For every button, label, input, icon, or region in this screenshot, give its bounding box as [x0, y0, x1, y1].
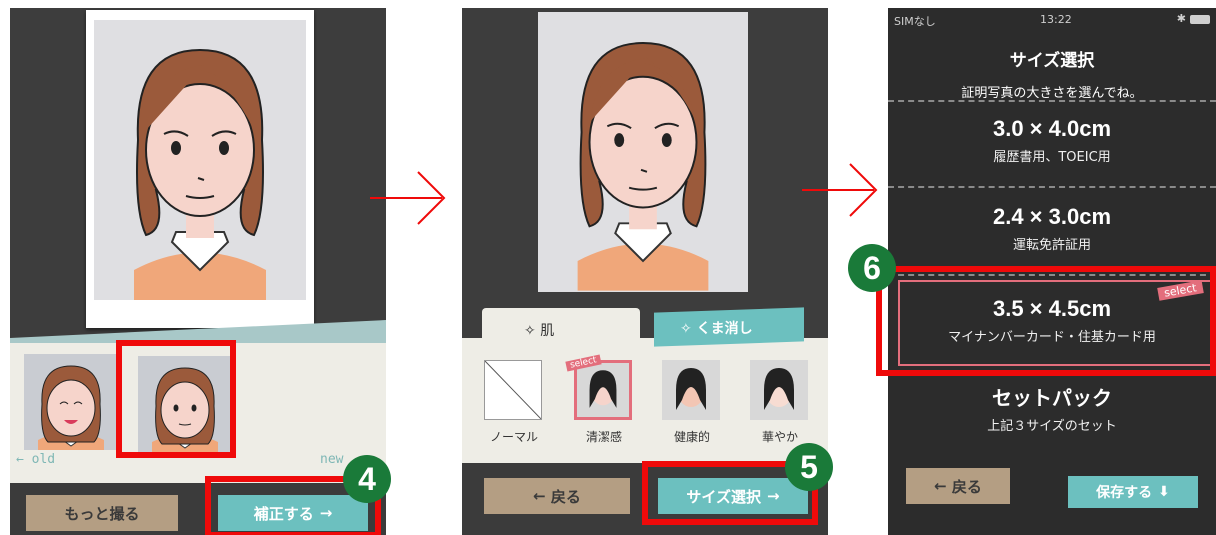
swatch-healthy[interactable]	[662, 360, 720, 420]
tutorial-composite: ← old new もっと撮る 補正する → 4 ✧ くま消し ✧ 肌 sele…	[0, 0, 1216, 535]
divider	[888, 100, 1216, 102]
sparkle-icon: ✧	[680, 321, 692, 337]
panel-correction: ✧ くま消し ✧ 肌 select ノーマル 清潔感 健康的 華やか ← 戻る …	[462, 8, 828, 535]
tab-skin-label: ✧ 肌	[524, 323, 555, 339]
option-size: 2.4 × 3.0cm	[992, 204, 1112, 229]
photo-preview-card	[86, 10, 314, 328]
size-option-resume[interactable]: 3.0 × 4.0cm 履歴書用、TOEIC用	[888, 116, 1216, 165]
arrow-left-icon: ←	[934, 477, 952, 495]
status-time: 13:22	[1040, 13, 1072, 26]
divider	[888, 186, 1216, 188]
option-size: 3.0 × 4.0cm	[992, 116, 1112, 141]
step-badge-5: 5	[785, 443, 833, 491]
option-size: セットパック	[992, 388, 1112, 410]
swatch-label: 清潔感	[585, 430, 622, 444]
option-use: 運転免許証用	[1012, 238, 1091, 253]
status-bar: SIMなし 13:22 ✱	[888, 8, 1216, 30]
page-subtitle: 証明写真の大きさを選んでね。	[961, 86, 1143, 101]
step-badge-4: 4	[343, 455, 391, 503]
more-photos-button[interactable]: もっと撮る	[26, 495, 178, 531]
arrow-left-icon: ←	[533, 487, 551, 505]
page-title: サイズ選択	[1009, 51, 1095, 71]
swatch-normal[interactable]	[484, 360, 542, 420]
swatch-label: ノーマル	[489, 430, 538, 444]
sparkle-icon: ✧	[524, 323, 536, 339]
step-arrow-icon	[802, 163, 878, 217]
back-button[interactable]: ← 戻る	[484, 478, 630, 514]
step-arrow-icon	[370, 171, 446, 225]
save-button[interactable]: 保存する ⬇	[1068, 476, 1198, 508]
portrait-illustration	[134, 48, 266, 300]
bluetooth-icon: ✱	[1176, 12, 1186, 25]
old-label: ← old	[16, 452, 56, 467]
back-button[interactable]: ← 戻る	[906, 468, 1010, 504]
option-use: 上記３サイズのセット	[987, 419, 1117, 434]
portrait-illustration	[577, 42, 709, 291]
photo-preview	[94, 20, 306, 300]
history-thumb-smiling[interactable]	[24, 354, 118, 450]
swatch-clean[interactable]	[574, 360, 632, 420]
step-badge-6: 6	[848, 244, 896, 292]
highlight-mynumber-option	[876, 266, 1216, 376]
size-option-license[interactable]: 2.4 × 3.0cm 運転免許証用	[888, 204, 1216, 253]
swatch-gorgeous[interactable]	[750, 360, 808, 420]
battery-icon	[1190, 15, 1210, 24]
highlight-selected-thumb	[116, 340, 236, 458]
corrected-photo	[538, 12, 748, 292]
tab-skin[interactable]	[482, 308, 640, 348]
size-option-setpack[interactable]: セットパック 上記３サイズのセット	[888, 382, 1216, 434]
tab-kuma-label: ✧ くま消し	[680, 321, 753, 337]
carrier-label: SIMなし	[894, 15, 936, 28]
option-use: 履歴書用、TOEIC用	[993, 150, 1111, 165]
download-icon: ⬇	[1158, 484, 1170, 500]
swatch-label: 健康的	[673, 430, 710, 444]
new-label: new	[320, 452, 344, 467]
